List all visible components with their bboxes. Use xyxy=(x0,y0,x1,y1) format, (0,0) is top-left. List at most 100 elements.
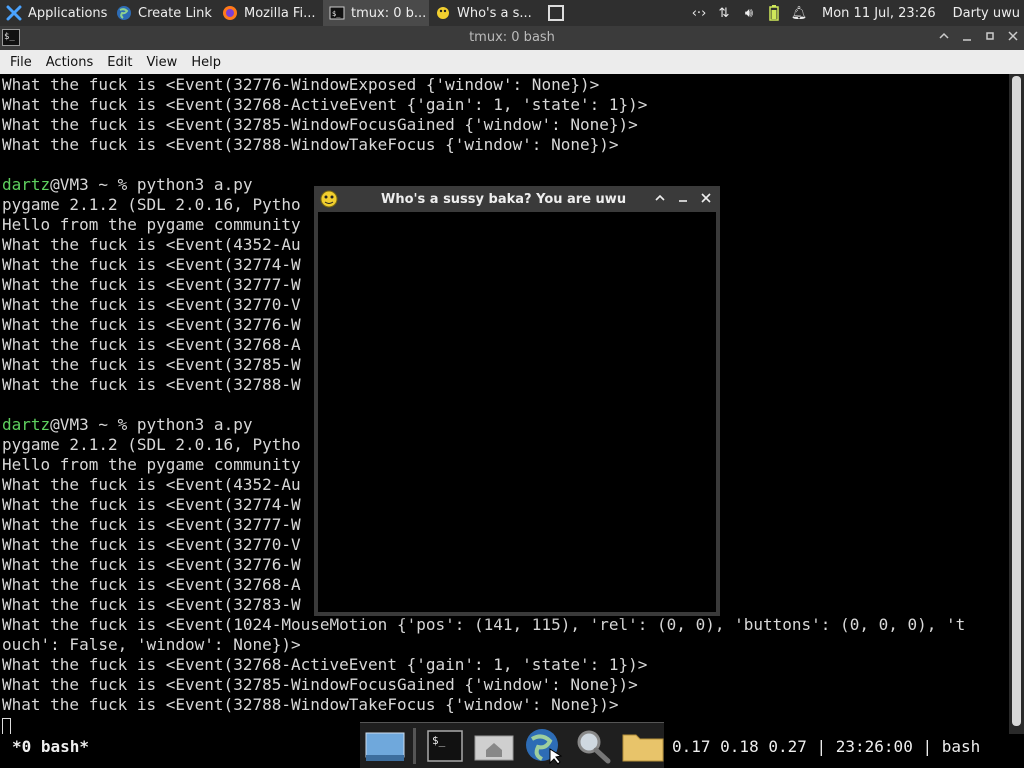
dock-show-desktop[interactable] xyxy=(364,727,405,765)
shade-button[interactable] xyxy=(935,28,953,48)
terminal-line: What the fuck is <Event(32788-WindowTake… xyxy=(2,695,619,715)
terminal-line: What the fuck is <Event(32774-W xyxy=(2,255,301,275)
terminal-titlebar[interactable]: $_ tmux: 0 bash xyxy=(0,26,1024,50)
terminal-line-text: What the fuck is <Event(32788-W xyxy=(2,375,301,394)
terminal-line-text: What the fuck is <Event(32770-V xyxy=(2,295,301,314)
applications-label: Applications xyxy=(28,5,108,21)
task-mozilla-firefox[interactable]: Mozilla Fi... xyxy=(216,0,323,26)
network-arrows-icon[interactable]: ‹·› xyxy=(691,5,707,21)
terminal-line-text: What the fuck is <Event(32785-W xyxy=(2,355,301,374)
top-panel: Applications Create Link Mozilla Fi... $… xyxy=(0,0,1024,26)
terminal-line: What the fuck is <Event(32768-A xyxy=(2,575,301,595)
scrollbar-thumb[interactable] xyxy=(1012,76,1021,726)
terminal-line-text: What the fuck is <Event(32768-ActiveEven… xyxy=(2,655,648,674)
terminal-line-text: ouch': False, 'window': None})> xyxy=(2,635,301,654)
terminal-line: What the fuck is <Event(32783-W xyxy=(2,595,301,615)
folder-icon xyxy=(622,734,664,761)
applications-menu-button[interactable]: Applications xyxy=(0,0,110,26)
pygame-window-titlebar[interactable]: Who's a sussy baka? You are uwu xyxy=(314,186,720,212)
terminal-line: What the fuck is <Event(32788-W xyxy=(2,375,301,395)
pygame-snake-icon xyxy=(435,5,451,21)
menu-help[interactable]: Help xyxy=(184,55,228,70)
dock-file-manager[interactable] xyxy=(622,727,664,765)
clock[interactable]: Mon 11 Jul, 23:26 xyxy=(822,6,936,21)
tmux-window-list[interactable]: *0 bash* xyxy=(12,737,89,756)
dock-terminal[interactable]: $_ xyxy=(424,727,465,765)
menu-view[interactable]: View xyxy=(139,55,184,70)
terminal-window-title: tmux: 0 bash xyxy=(469,30,555,45)
home-folder-icon xyxy=(474,735,514,760)
terminal-line: What the fuck is <Event(32785-WindowFocu… xyxy=(2,115,638,135)
task-pygame-window[interactable]: Who's a s... xyxy=(429,0,537,26)
terminal-line: What the fuck is <Event(32770-V xyxy=(2,535,301,555)
terminal-icon: $_ xyxy=(427,729,463,762)
dock-search[interactable] xyxy=(573,727,614,765)
terminal-line-text: @VM3 ~ % python3 a.py xyxy=(50,175,253,194)
pygame-window[interactable]: Who's a sussy baka? You are uwu xyxy=(314,186,720,616)
terminal-line: What the fuck is <Event(32776-WindowExpo… xyxy=(2,75,599,95)
notification-bell-icon[interactable]: 🔔︎ xyxy=(791,5,808,21)
system-tray: ‹·› ⇅ 🔊︎ 🔔︎ Mon 11 Jul, 23:26 Darty uwu xyxy=(691,0,1024,26)
menu-file[interactable]: File xyxy=(3,55,39,70)
close-button[interactable] xyxy=(1004,28,1022,48)
show-desktop-button[interactable] xyxy=(541,3,571,23)
terminal-line: What the fuck is <Event(32788-WindowTake… xyxy=(2,135,619,155)
globe-icon xyxy=(116,5,132,21)
dock-web-browser[interactable] xyxy=(523,727,564,765)
battery-icon[interactable] xyxy=(766,5,782,21)
terminal-line-text: What the fuck is <Event(32776-W xyxy=(2,555,301,574)
task-label: tmux: 0 b... xyxy=(351,5,427,21)
pygame-shade-button[interactable] xyxy=(650,188,670,210)
terminal-line: What the fuck is <Event(1024-MouseMotion… xyxy=(2,615,965,635)
terminal-line-text: What the fuck is <Event(32788-WindowTake… xyxy=(2,695,619,714)
terminal-line: What the fuck is <Event(32768-ActiveEven… xyxy=(2,655,647,675)
terminal-line: Hello from the pygame community xyxy=(2,215,301,235)
terminal-scrollbar[interactable] xyxy=(1009,74,1024,734)
menu-edit[interactable]: Edit xyxy=(100,55,139,70)
terminal-line-text: @VM3 ~ % python3 a.py xyxy=(50,415,253,434)
terminal-line: What the fuck is <Event(32776-W xyxy=(2,315,301,335)
pygame-canvas[interactable] xyxy=(318,212,716,612)
terminal-line: What the fuck is <Event(32785-W xyxy=(2,355,301,375)
updown-transfer-icon[interactable]: ⇅ xyxy=(716,5,732,21)
pygame-close-button[interactable] xyxy=(696,188,716,210)
terminal-line: pygame 2.1.2 (SDL 2.0.16, Pytho xyxy=(2,435,301,455)
terminal-line-text: Hello from the pygame community xyxy=(2,455,301,474)
task-label: Mozilla Fi... xyxy=(244,5,316,21)
pygame-minimize-button[interactable] xyxy=(673,188,693,210)
tmux-status-right: 0.17 0.18 0.27 | 23:26:00 | bash xyxy=(672,737,981,756)
dock-home-folder[interactable] xyxy=(474,727,515,765)
xfce-mouse-icon xyxy=(6,5,22,21)
terminal-line: dartz@VM3 ~ % python3 a.py xyxy=(2,175,252,195)
dock-separator xyxy=(413,727,417,764)
terminal-line: ouch': False, 'window': None})> xyxy=(2,635,301,655)
terminal-line-text: What the fuck is <Event(32788-WindowTake… xyxy=(2,135,619,154)
task-create-link[interactable]: Create Link xyxy=(110,0,216,26)
terminal-line: What the fuck is <Event(32768-A xyxy=(2,335,301,355)
terminal-line: What the fuck is <Event(32768-ActiveEven… xyxy=(2,95,647,115)
terminal-line-text: pygame 2.1.2 (SDL 2.0.16, Pytho xyxy=(2,195,301,214)
terminal-icon: $_ xyxy=(329,5,345,21)
volume-icon[interactable]: 🔊︎ xyxy=(741,5,757,21)
menu-actions[interactable]: Actions xyxy=(39,55,101,70)
task-label: Who's a s... xyxy=(457,5,532,21)
svg-text:$_: $_ xyxy=(332,10,341,18)
terminal-line-text: What the fuck is <Event(32768-ActiveEven… xyxy=(2,95,648,114)
maximize-button[interactable] xyxy=(981,28,999,48)
minimize-button[interactable] xyxy=(958,28,976,48)
terminal-line: What the fuck is <Event(32770-V xyxy=(2,295,301,315)
prompt-user: dartz xyxy=(2,175,51,194)
terminal-line-text: What the fuck is <Event(32785-WindowFocu… xyxy=(2,115,638,134)
terminal-line: What the fuck is <Event(32776-W xyxy=(2,555,301,575)
terminal-line-text: What the fuck is <Event(32768-A xyxy=(2,335,301,354)
terminal-line-text: What the fuck is <Event(32785-WindowFocu… xyxy=(2,675,638,694)
svg-text:$_: $_ xyxy=(432,734,446,747)
desktop-icon xyxy=(365,732,405,761)
user-name[interactable]: Darty uwu xyxy=(953,6,1020,21)
terminal-line-text: What the fuck is <Event(32776-W xyxy=(2,315,301,334)
dock: $_ xyxy=(360,722,664,768)
terminal-line-text: Hello from the pygame community xyxy=(2,215,301,234)
task-tmux[interactable]: $_ tmux: 0 b... xyxy=(323,0,429,26)
pygame-window-title: Who's a sussy baka? You are uwu xyxy=(381,192,627,207)
terminal-line-text: What the fuck is <Event(32774-W xyxy=(2,495,301,514)
